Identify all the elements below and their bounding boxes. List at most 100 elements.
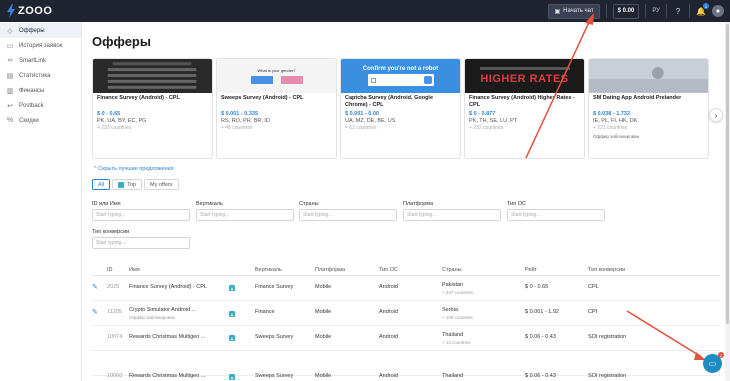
column-header-countries[interactable]: Страны [442,267,462,273]
sidebar-item-finance[interactable]: ▥ Финансы [0,83,81,98]
sidebar-item-discounts[interactable]: % Скидки [0,113,81,128]
thumb-text: What is your gender? [257,68,296,73]
offer-card-countries: PK, UA, BY, EC, PG [97,118,147,124]
row-id: 2025 [107,284,120,290]
row-platform: Mobile [315,309,332,315]
hide-recommended-link[interactable]: ^ Скрыть лучшие предложения [94,166,174,172]
offer-card-image: Confirm you're not a robot [341,59,460,93]
start-chat-button[interactable]: ▣ Начать чат [548,3,600,19]
help-icon[interactable]: ? [673,6,683,16]
column-header-os-type[interactable]: Тип ОС [379,267,398,273]
filter-vertical: Вертикаль Start typing... [196,201,294,221]
language-selector[interactable]: РУ [652,8,660,14]
sidebar-item-label: Скидки [19,117,39,124]
table-row[interactable]: 10060 Rewards Christmas Multigeo ... ▲ S… [92,352,720,380]
divider [605,4,607,18]
offer-card-name: Captcha Survey (Android, Google Chrome) … [345,95,434,108]
offer-card[interactable]: What is your gender? Sweeps Survey (Andr… [216,58,337,159]
doc-icon: ▭ [6,42,14,50]
row-conversion: CPL [588,284,599,290]
pin-icon[interactable]: ✎ [92,308,98,316]
sidebar-item-postback[interactable]: ↩ Postback [0,98,81,113]
thumb-text: Confirm you're not a robot [362,66,439,72]
bolt-icon [7,4,15,18]
tab-my-offers[interactable]: My offers [144,179,179,190]
sidebar-item-offers[interactable]: ◇ Офферы [0,23,81,38]
dating-preview-image [589,59,708,93]
offer-card[interactable]: Confirm you're not a robot Captcha Surve… [340,58,461,159]
survey-preview-image [93,59,212,93]
logo[interactable]: ZOOO [6,4,52,18]
row-name[interactable]: Crypto Simulator Android ... [129,307,196,313]
tab-all[interactable]: All [92,179,111,190]
row-name[interactable]: Rewards Christmas Multigeo ... [129,334,205,340]
sidebar-item-label: Финансы [19,87,45,94]
tab-top[interactable]: Top [112,179,142,190]
sidebar-item-statistics[interactable]: ▤ Статистика [0,68,81,83]
row-name-sub: Оффер заблокирован [129,315,176,320]
offer-card-more-countries: + 232 countries [469,125,504,131]
row-name[interactable]: Finance Survey (Android) - CPL [129,284,207,290]
chat-widget-button[interactable]: ▭ 2 [703,352,724,373]
pin-icon[interactable]: ✎ [92,283,98,291]
filter-countries-input[interactable]: Start typing... [299,209,397,221]
offer-blocked-badge: Оффер заблокирован [593,134,640,139]
filter-vertical-input[interactable]: Start typing... [196,209,294,221]
table-row[interactable]: 10074 Rewards Christmas Multigeo ... ▲ S… [92,327,720,351]
checkbox-icon [370,77,376,83]
column-header-platform[interactable]: Платформа [315,267,345,273]
page-scrollbar[interactable] [725,22,730,381]
sidebar-item-smartlink[interactable]: ∞ SmartLink [0,53,81,68]
tab-label: My offers [150,181,173,188]
tag-icon: ◇ [7,27,13,35]
column-header-conversion-type[interactable]: Тип конверсии [588,267,625,273]
table-row[interactable]: ✎ 2025 Finance Survey (Android) - CPL ▲ … [92,277,720,301]
logo-text: ZOOO [18,5,53,17]
filter-label: Тип конверсии [92,229,130,235]
offer-card-name: Finance Survey (Android) - CPL [97,95,180,101]
sidebar-item-label: Офферы [19,27,45,34]
sidebar-item-label: Postback [19,102,44,109]
column-header-rate[interactable]: Рейт [525,267,537,273]
offer-card[interactable]: SM Dating App Android Prelander $ 0.038 … [588,58,709,159]
column-header-id[interactable]: ID [107,267,113,273]
filter-id-name: ID или Имя Start typing... [92,201,190,221]
row-country-more: + 237 countries [442,290,473,295]
sidebar-item-label: SmartLink [19,57,47,64]
balance-display[interactable]: $ 0.00 [612,3,640,19]
filter-label: Тип ОС [507,201,526,207]
offers-table-header: ID Имя Вертикаль Платформа Тип ОС Страны… [92,264,720,276]
row-platform: Mobile [315,373,332,379]
offer-card-countries: RS, RO, PH, BR, ID [221,118,270,124]
column-header-vertical[interactable]: Вертикаль [255,267,282,273]
offer-card-more-countries: + 62 countries [345,125,377,131]
filter-countries: Страны Start typing... [299,201,397,221]
main-content: Офферы Finance Survey (Android) - CPL $ … [82,22,730,381]
row-name-block: Crypto Simulator Android ... Оффер забло… [129,307,196,320]
avatar[interactable]: ● [712,5,724,17]
filter-conversion-type-input[interactable]: Start typing... [92,237,190,249]
offer-card-countries: IE, PL, FI, HK, DK [593,118,638,124]
row-platform: Mobile [315,334,332,340]
bell-icon[interactable]: 🔔 1 [696,3,709,16]
offer-card[interactable]: Finance Survey (Android) - CPL $ 0 - 0.6… [92,58,213,159]
row-name[interactable]: Rewards Christmas Multigeo ... [129,373,205,379]
carousel-next-button[interactable]: › [709,108,723,122]
offer-card[interactable]: HIGHER RATES Finance Survey (Android) Hi… [464,58,585,159]
offer-card-payout: $ 0.038 - 1.732 [593,111,631,117]
row-id: 11205 [107,309,122,315]
sidebar-item-history[interactable]: ▭ История заявок [0,38,81,53]
column-header-name[interactable]: Имя [129,267,140,273]
row-conversion: SOI registration [588,373,627,379]
table-row[interactable]: ✎ 11205 Crypto Simulator Android ... Офф… [92,302,720,326]
tab-label: Top [127,181,136,188]
hide-recommended-label: Скрыть лучшие предложения [98,166,174,172]
offer-card-name: SM Dating App Android Prelander [593,95,682,101]
filter-id-name-input[interactable]: Start typing... [92,209,190,221]
filter-os-type-input[interactable]: Start typing... [507,209,605,221]
divider [689,4,690,18]
filter-platform-input[interactable]: Start typing... [403,209,501,221]
scrollbar-thumb[interactable] [726,24,729,324]
offer-card-image: HIGHER RATES [465,59,584,93]
offer-card-payout: $ 0.001 - 0.00 [345,111,379,117]
